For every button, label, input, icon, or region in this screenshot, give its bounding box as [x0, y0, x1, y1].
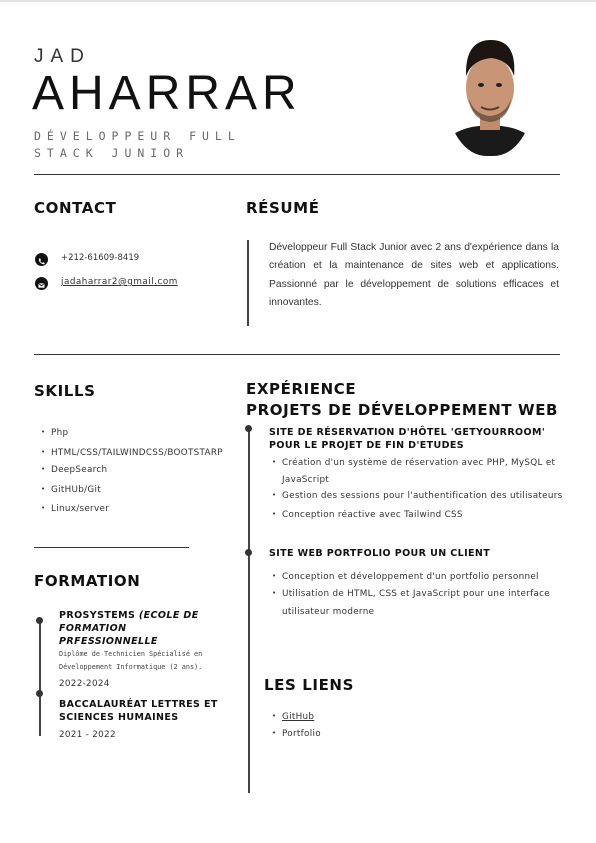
- email-icon: [35, 277, 48, 290]
- links-heading: LES LIENS: [264, 676, 354, 694]
- job-title-line-1: DÉVELOPPEUR FULL: [34, 129, 241, 143]
- email-link[interactable]: jadaharrar2@gmail.com: [61, 277, 178, 287]
- school-extra: PRFESSIONNELLE: [59, 636, 158, 647]
- project-bullet: Création d'un système de réservation ave…: [272, 458, 555, 468]
- skills-heading: SKILLS: [34, 382, 96, 400]
- project-bullet: Conception réactive avec Tailwind CSS: [272, 510, 463, 520]
- experience-dot: [245, 549, 252, 556]
- project-bullet-continuation: JavaScript: [282, 475, 330, 485]
- top-border: [0, 0, 596, 2]
- first-name: JAD: [34, 46, 91, 67]
- formation-school-2: BACCALAURÉAT LETTRES ET SCIENCES HUMAINE…: [59, 698, 239, 724]
- job-title-line-2: STACK JUNIOR: [34, 146, 190, 160]
- divider-top: [34, 174, 560, 175]
- project-bullet: Conception et développement d'un portfol…: [272, 572, 539, 582]
- school-extra: FORMATION: [59, 623, 127, 634]
- last-name: AHARRAR: [32, 67, 302, 120]
- formation-dot: [36, 617, 43, 624]
- project-bullet: Utilisation de HTML, CSS et JavaScript p…: [272, 589, 550, 599]
- resume-vertical-line: [247, 240, 249, 326]
- project-title-line: SITE DE RÉSERVATION D'HÔTEL 'GETYOURROOM…: [269, 427, 546, 438]
- project-title-2: SITE WEB PORTFOLIO POUR UN CLIENT: [269, 548, 491, 559]
- experience-heading: EXPÉRIENCE: [246, 380, 357, 398]
- school-extra: (ECOLE DE: [138, 610, 199, 621]
- profile-photo: [447, 30, 533, 156]
- project-bullet-continuation: utilisateur moderne: [282, 607, 375, 617]
- experience-dot: [245, 425, 252, 432]
- contact-heading: CONTACT: [34, 199, 117, 217]
- project-title-line: POUR LE PROJET DE FIN D'ETUDES: [269, 440, 465, 451]
- formation-dot: [36, 690, 43, 697]
- formation-timeline: [39, 620, 41, 736]
- skill-item: HTML/CSS/TAILWINDCSS/BOOTSTARP: [41, 448, 223, 458]
- divider-middle: [34, 354, 560, 355]
- formation-description-1: Diplôme de Technicien Spécialisé en Déve…: [59, 648, 202, 674]
- skill-item: DeepSearch: [41, 465, 107, 475]
- project-bullet: Gestion des sessions pour l'authentifica…: [272, 491, 563, 501]
- experience-subheading: PROJETS DE DÉVELOPPEMENT WEB: [246, 401, 559, 419]
- phone-number: +212-61609-8419: [61, 253, 140, 263]
- portfolio-link[interactable]: Portfolio: [272, 729, 321, 739]
- project-title-1: SITE DE RÉSERVATION D'HÔTEL 'GETYOURROOM…: [269, 426, 569, 452]
- resume-text: Développeur Full Stack Junior avec 2 ans…: [269, 242, 559, 308]
- experience-timeline: [248, 428, 250, 793]
- formation-years-1: 2022-2024: [59, 679, 110, 689]
- skill-item: GitHUb/Git: [41, 485, 101, 495]
- divider-skills: [34, 547, 189, 548]
- skill-item: Php: [41, 428, 68, 438]
- resume-heading: RÉSUMÉ: [246, 199, 320, 217]
- github-link[interactable]: GitHub: [272, 712, 314, 722]
- school-line: BACCALAURÉAT LETTRES ET: [59, 699, 218, 710]
- formation-desc-line: Développement Informatique (2 ans).: [59, 663, 203, 671]
- formation-school-1: PROSYSTEMS (ECOLE DE FORMATION PRFESSION…: [59, 609, 209, 648]
- formation-desc-line: Diplôme de Technicien Spécialisé en: [59, 650, 203, 658]
- phone-icon: [35, 253, 48, 266]
- school-name: PROSYSTEMS: [59, 610, 136, 621]
- skill-item: Linux/server: [41, 504, 109, 514]
- school-line: SCIENCES HUMAINES: [59, 712, 179, 723]
- formation-years-2: 2021 - 2022: [59, 730, 116, 740]
- job-title: DÉVELOPPEUR FULL STACK JUNIOR: [34, 128, 294, 162]
- formation-heading: FORMATION: [34, 572, 141, 590]
